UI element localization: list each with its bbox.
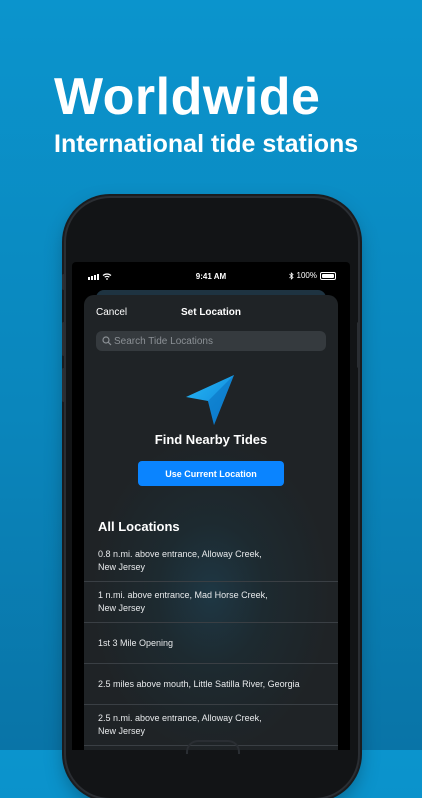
bluetooth-icon (288, 271, 294, 280)
phone-screen: 9:41 AM 100% Cancel Set Location Search … (72, 262, 350, 750)
sheet-nav-bar: Cancel Set Location (84, 295, 338, 329)
search-icon (102, 336, 112, 346)
set-location-sheet: Cancel Set Location Find Nearby Tides Us… (84, 295, 338, 750)
list-item[interactable]: 1st 3 Mile Opening (84, 623, 338, 664)
list-item-label: 2.5 n.mi. above entrance, Alloway Creek,… (98, 713, 262, 736)
list-item-label: 1st 3 Mile Opening (98, 637, 174, 648)
find-nearby-title: Find Nearby Tides (154, 432, 268, 447)
all-locations-title: All Locations (98, 519, 180, 534)
list-item[interactable]: 1 n.mi. above entrance, Mad Horse Creek,… (84, 582, 338, 623)
phone-volume-up (62, 322, 65, 356)
list-item-label: 0.8 n.mi. above entrance, Alloway Creek,… (98, 549, 262, 572)
battery-percentage: 100% (296, 271, 317, 280)
use-current-location-button[interactable]: Use Current Location (138, 461, 284, 486)
phone-silent-switch (62, 274, 65, 290)
phone-home-button (186, 740, 240, 754)
list-item[interactable]: 2.5 miles above mouth, Little Satilla Ri… (84, 664, 338, 705)
promo-headline: Worldwide (54, 68, 321, 126)
sheet-title: Set Location (180, 307, 241, 318)
list-item[interactable]: 0.8 n.mi. above entrance, Alloway Creek,… (84, 541, 338, 582)
phone-volume-down (62, 368, 65, 402)
status-bar: 9:41 AM 100% (72, 262, 350, 290)
list-item-label: 2.5 miles above mouth, Little Satilla Ri… (98, 678, 300, 689)
promo-subheadline: International tide stations (54, 130, 359, 158)
battery-icon (320, 271, 336, 280)
search-bar[interactable] (96, 331, 326, 351)
location-arrow-icon (186, 375, 234, 425)
list-item-label: 1 n.mi. above entrance, Mad Horse Creek,… (98, 590, 268, 613)
phone-power-button (357, 322, 360, 368)
search-input[interactable] (114, 331, 319, 351)
status-right: 100% (288, 271, 336, 280)
locations-list: 0.8 n.mi. above entrance, Alloway Creek,… (84, 541, 338, 746)
